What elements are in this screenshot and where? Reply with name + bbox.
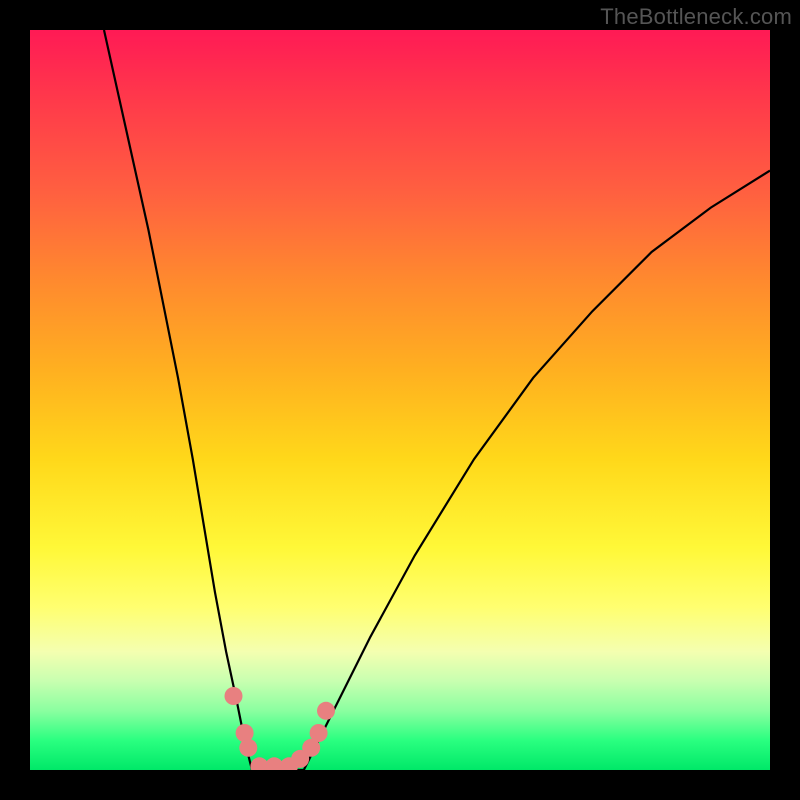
marker-dot [239,739,257,757]
curve-svg [30,30,770,770]
plot-area [30,30,770,770]
marker-dot [317,702,335,720]
marker-dot [310,724,328,742]
bottleneck-curve [104,30,770,770]
watermark-label: TheBottleneck.com [600,4,792,30]
marker-dots [225,687,336,770]
chart-frame: TheBottleneck.com [0,0,800,800]
marker-dot [225,687,243,705]
